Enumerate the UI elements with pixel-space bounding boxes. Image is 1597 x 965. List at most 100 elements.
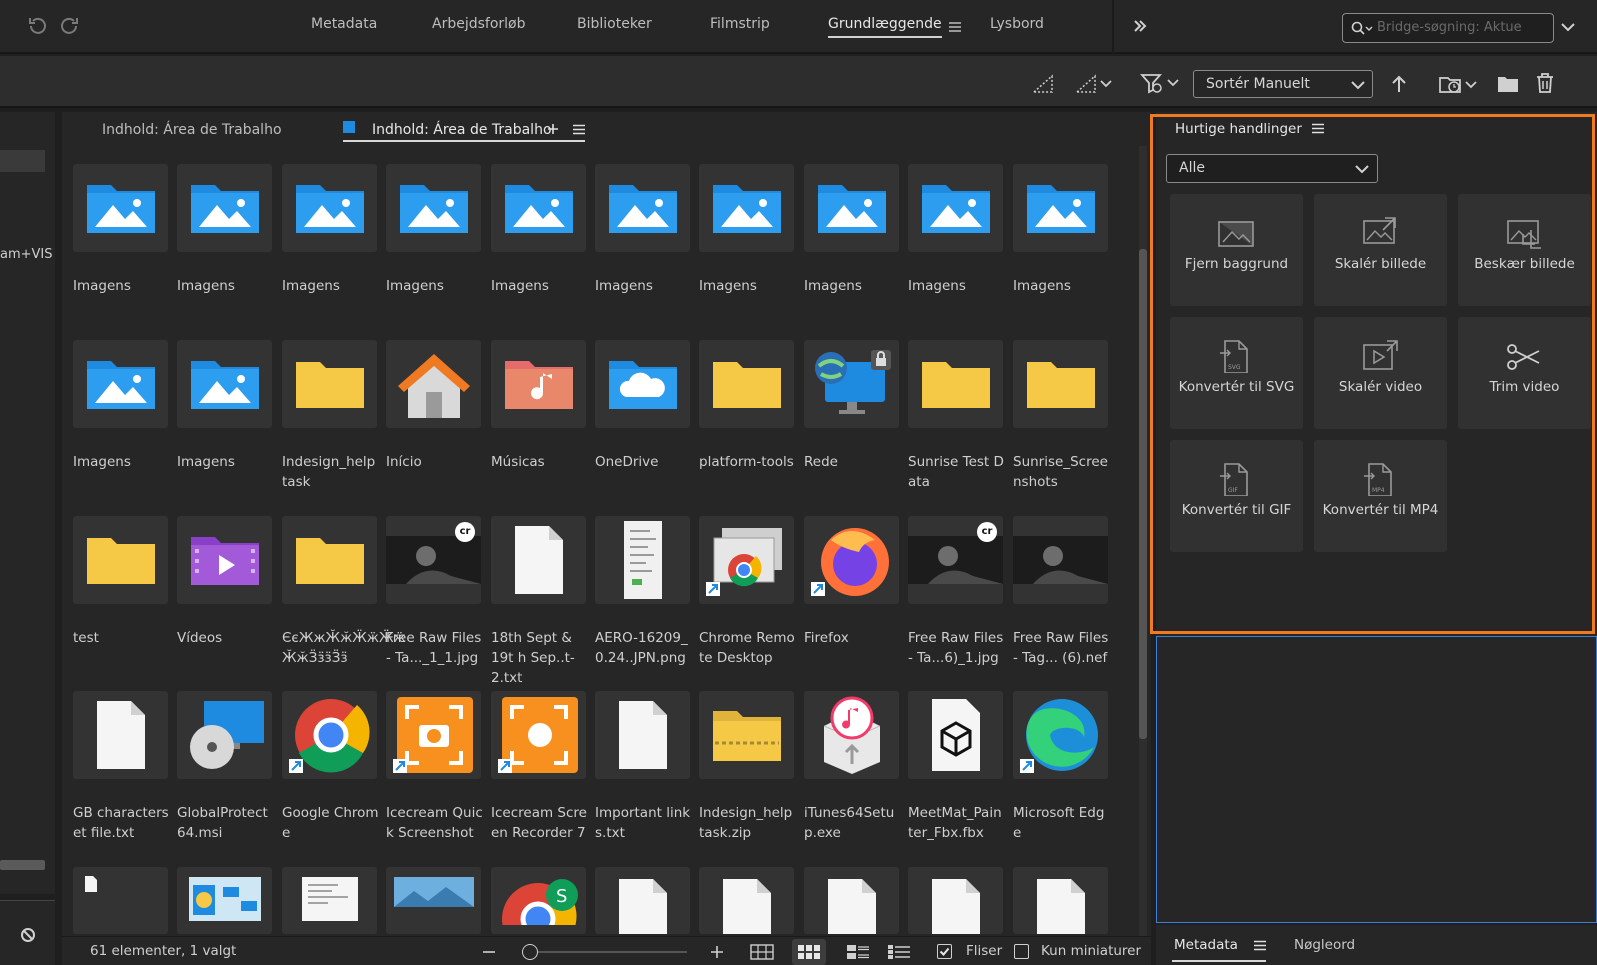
quick-action-scale-video[interactable]: Skalér video — [1314, 317, 1447, 429]
grid-lock-icon[interactable] — [750, 944, 774, 960]
quick-actions-menu-icon[interactable] — [1312, 123, 1324, 134]
content-tab-1[interactable]: Indhold: Área de Trabalho — [102, 122, 282, 138]
panel-menu-icon[interactable] — [573, 124, 585, 135]
add-tab-icon[interactable] — [547, 123, 559, 135]
search-dropdown-icon[interactable] — [1560, 20, 1576, 34]
file-thumbnail[interactable] — [804, 691, 899, 779]
file-thumbnail[interactable]: cr — [386, 516, 481, 604]
file-thumbnail[interactable] — [386, 691, 481, 779]
quick-action-scissors[interactable]: Trim video — [1458, 317, 1591, 429]
file-thumbnail[interactable] — [177, 340, 272, 428]
sort-ascending-icon[interactable] — [1390, 74, 1408, 94]
file-thumbnail[interactable] — [282, 516, 377, 604]
workspace-menu-icon[interactable] — [949, 21, 961, 33]
file-thumbnail[interactable] — [908, 691, 1003, 779]
new-folder-icon[interactable] — [1497, 74, 1519, 94]
file-thumbnail[interactable] — [1013, 164, 1108, 252]
file-thumbnail[interactable] — [491, 516, 586, 604]
file-thumbnail[interactable] — [386, 340, 481, 428]
file-thumbnail[interactable] — [491, 164, 586, 252]
tab-metadata[interactable]: Metadata — [1174, 937, 1238, 953]
recent-folders-icon[interactable] — [1438, 72, 1480, 96]
file-thumbnail[interactable] — [73, 867, 168, 934]
file-thumbnail[interactable] — [804, 867, 899, 934]
file-thumbnail[interactable] — [177, 516, 272, 604]
cancel-icon[interactable] — [20, 927, 36, 943]
workspace-libraries[interactable]: Biblioteker — [577, 16, 652, 32]
quick-action-crop-image[interactable]: Beskær billede — [1458, 194, 1591, 306]
file-thumbnail[interactable] — [73, 691, 168, 779]
file-thumbnail[interactable] — [804, 516, 899, 604]
thumbnail-view-button[interactable] — [792, 939, 826, 965]
file-thumbnail[interactable] — [804, 340, 899, 428]
file-thumbnail[interactable] — [1013, 867, 1108, 934]
file-thumbnail[interactable] — [595, 516, 690, 604]
file-thumbnail[interactable] — [699, 516, 794, 604]
left-panel-selected-row[interactable] — [0, 150, 45, 172]
quality-icon[interactable] — [1032, 74, 1054, 94]
tab-keywords[interactable]: Nøgleord — [1294, 937, 1355, 953]
content-scrollbar-thumb[interactable] — [1139, 249, 1147, 739]
sort-dropdown[interactable]: Sortér Manuelt — [1193, 70, 1373, 98]
quick-action-svg-file[interactable]: SVG Konvertér til SVG — [1170, 317, 1303, 429]
zoom-slider[interactable] — [522, 951, 687, 953]
tiles-checkbox[interactable] — [937, 944, 952, 959]
left-panel-scrollbar[interactable] — [0, 860, 45, 870]
details-view-icon[interactable] — [847, 945, 869, 959]
file-thumbnail[interactable] — [491, 340, 586, 428]
quick-action-mp4-file[interactable]: MP4 Konvertér til MP4 — [1314, 440, 1447, 552]
file-thumbnail[interactable] — [1013, 691, 1108, 779]
file-thumbnail[interactable] — [282, 164, 377, 252]
thumbnails-only-checkbox[interactable] — [1014, 944, 1029, 959]
file-thumbnail[interactable] — [1013, 516, 1108, 604]
zoom-slider-handle[interactable] — [522, 944, 538, 960]
file-thumbnail[interactable]: S — [491, 867, 586, 934]
redo-icon[interactable] — [57, 14, 81, 38]
file-thumbnail[interactable] — [595, 691, 690, 779]
file-thumbnail[interactable] — [73, 164, 168, 252]
content-tab-2[interactable]: Indhold: Área de Trabalho — [372, 122, 552, 138]
file-thumbnail[interactable] — [177, 867, 272, 934]
file-thumbnail[interactable] — [908, 867, 1003, 934]
workspace-filmstrip[interactable]: Filmstrip — [710, 16, 770, 32]
file-thumbnail[interactable] — [73, 516, 168, 604]
file-thumbnail[interactable] — [1013, 340, 1108, 428]
quick-action-remove-bg[interactable]: Fjern baggrund — [1170, 194, 1303, 306]
quick-action-gif-file[interactable]: GIF Konvertér til GIF — [1170, 440, 1303, 552]
file-thumbnail[interactable] — [282, 867, 377, 934]
trash-icon[interactable] — [1535, 72, 1555, 94]
file-thumbnail[interactable] — [595, 867, 690, 934]
more-workspaces-icon[interactable] — [1132, 18, 1148, 34]
file-thumbnail[interactable] — [282, 691, 377, 779]
file-thumbnail[interactable] — [177, 691, 272, 779]
file-thumbnail[interactable] — [282, 340, 377, 428]
file-thumbnail[interactable] — [699, 340, 794, 428]
file-thumbnail[interactable] — [908, 164, 1003, 252]
undo-icon[interactable] — [26, 14, 50, 38]
file-thumbnail[interactable] — [73, 340, 168, 428]
file-thumbnail[interactable] — [804, 164, 899, 252]
search-field[interactable]: Bridge-søgning: Aktue — [1342, 13, 1554, 43]
quick-actions-filter-dropdown[interactable]: Alle — [1166, 154, 1378, 183]
file-thumbnail[interactable] — [386, 867, 481, 934]
workspace-metadata[interactable]: Metadata — [311, 16, 377, 32]
file-thumbnail[interactable] — [386, 164, 481, 252]
content-scrollbar-track[interactable] — [1139, 146, 1147, 936]
file-thumbnail[interactable] — [908, 340, 1003, 428]
file-thumbnail[interactable] — [595, 164, 690, 252]
workspace-lighttable[interactable]: Lysbord — [990, 16, 1044, 32]
list-view-icon[interactable] — [888, 945, 910, 959]
file-thumbnail[interactable] — [699, 691, 794, 779]
file-thumbnail[interactable]: cr — [908, 516, 1003, 604]
zoom-in-icon[interactable] — [710, 945, 724, 959]
workspace-essentials[interactable]: Grundlæggende — [828, 16, 942, 38]
file-thumbnail[interactable] — [177, 164, 272, 252]
workspace-workflow[interactable]: Arbejdsforløb — [432, 16, 526, 32]
file-thumbnail[interactable] — [491, 691, 586, 779]
file-thumbnail[interactable] — [699, 867, 794, 934]
file-thumbnail[interactable] — [699, 164, 794, 252]
filter-icon[interactable] — [1140, 72, 1182, 94]
zoom-out-icon[interactable] — [482, 945, 496, 959]
file-thumbnail[interactable] — [595, 340, 690, 428]
rating-filter-icon[interactable] — [1075, 74, 1115, 94]
